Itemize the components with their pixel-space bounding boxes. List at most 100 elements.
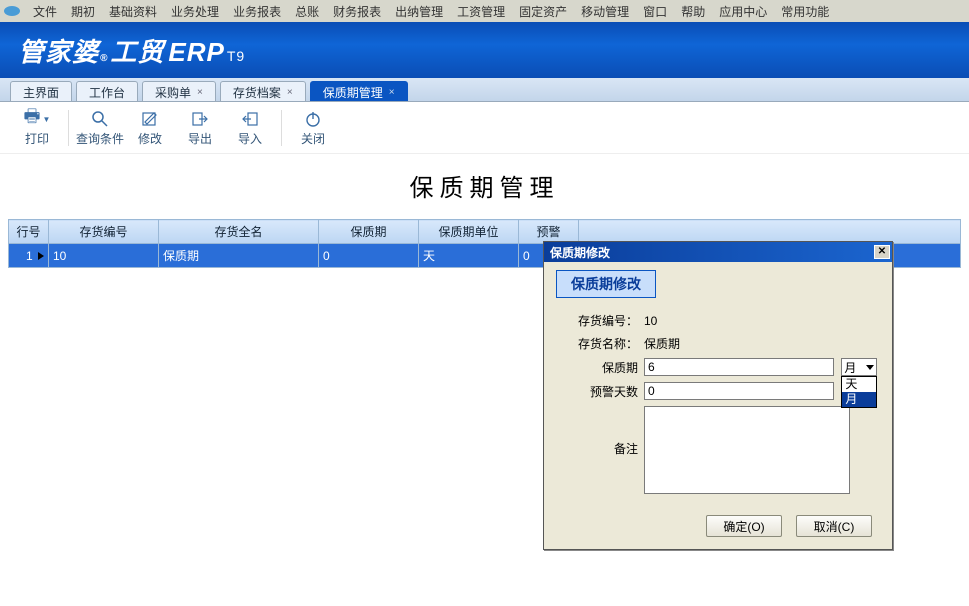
separator	[68, 110, 69, 146]
row-warn: 预警天数	[556, 382, 880, 400]
tab-label: 采购单	[155, 84, 191, 101]
col-name[interactable]: 存货全名	[159, 220, 319, 244]
tool-label: 修改	[125, 130, 175, 147]
grid-header-row: 行号 存货编号 存货全名 保质期 保质期单位 预警	[9, 220, 961, 244]
unit-option-day[interactable]: 天	[842, 377, 876, 392]
menu-help[interactable]: 帮助	[674, 0, 712, 23]
col-code[interactable]: 存货编号	[49, 220, 159, 244]
tool-label: 导入	[225, 130, 275, 147]
cell-code: 10	[49, 244, 159, 268]
label-name: 存货名称：	[556, 335, 644, 352]
row-name: 存货名称： 保质期	[556, 335, 880, 352]
tab-label: 主界面	[23, 84, 59, 101]
import-button[interactable]: 导入	[225, 108, 275, 147]
toolbar: 🖶▼ 打印 查询条件 修改 导出 导入 关闭	[0, 102, 969, 154]
separator	[281, 110, 282, 146]
tab-label: 工作台	[89, 84, 125, 101]
dialog-close-button[interactable]: ✕	[874, 245, 890, 259]
close-icon[interactable]: ×	[197, 87, 203, 98]
chevron-down-icon	[866, 365, 874, 370]
tab-inventory[interactable]: 存货档案 ×	[220, 81, 306, 101]
logo-erp: ERP	[168, 37, 224, 68]
warn-input[interactable]	[644, 382, 834, 400]
tool-label: 关闭	[288, 130, 338, 147]
menu-bizreport[interactable]: 业务报表	[226, 0, 288, 23]
unit-select[interactable]: 月	[841, 358, 877, 376]
col-unit[interactable]: 保质期单位	[419, 220, 519, 244]
col-period[interactable]: 保质期	[319, 220, 419, 244]
menu-favorites[interactable]: 常用功能	[774, 0, 836, 23]
row-period: 保质期 月 天 月	[556, 358, 880, 376]
tab-main[interactable]: 主界面	[10, 81, 72, 101]
logo-suite: 工贸	[110, 32, 164, 69]
printer-icon: 🖶▼	[12, 108, 62, 130]
ok-button[interactable]: 确定(O)	[706, 515, 782, 537]
cell-rownum: 1	[9, 244, 49, 268]
cell-unit: 天	[419, 244, 519, 268]
search-icon	[75, 108, 125, 130]
row-code: 存货编号： 10	[556, 312, 880, 329]
tool-label: 查询条件	[75, 130, 125, 147]
dialog-body: 保质期修改 存货编号： 10 存货名称： 保质期 保质期 月 天 月	[544, 262, 892, 549]
tool-label: 打印	[12, 130, 62, 147]
import-icon	[225, 108, 275, 130]
page-title: 保质期管理	[0, 154, 969, 219]
col-rownum[interactable]: 行号	[9, 220, 49, 244]
export-button[interactable]: 导出	[175, 108, 225, 147]
print-button[interactable]: 🖶▼ 打印	[12, 108, 62, 147]
row-indicator-icon	[38, 252, 44, 260]
menubar: 文件 期初 基础资料 业务处理 业务报表 总账 财务报表 出纳管理 工资管理 固…	[0, 0, 969, 22]
tab-workbench[interactable]: 工作台	[76, 81, 138, 101]
tab-shelflife[interactable]: 保质期管理 ×	[310, 81, 408, 101]
tab-label: 保质期管理	[323, 84, 383, 101]
cancel-button[interactable]: 取消(C)	[796, 515, 872, 537]
app-icon	[4, 6, 20, 16]
value-name: 保质期	[644, 335, 880, 352]
logo-version: T9	[227, 48, 245, 64]
cell-name: 保质期	[159, 244, 319, 268]
col-extra	[579, 220, 961, 244]
query-button[interactable]: 查询条件	[75, 108, 125, 147]
menu-payroll[interactable]: 工资管理	[450, 0, 512, 23]
logo-brand: 管家婆	[18, 32, 99, 69]
menu-basicdata[interactable]: 基础资料	[102, 0, 164, 23]
dialog-section-label: 保质期修改	[556, 270, 656, 298]
tabbar: 主界面 工作台 采购单 × 存货档案 × 保质期管理 ×	[0, 78, 969, 102]
menu-file[interactable]: 文件	[26, 0, 64, 23]
menu-window[interactable]: 窗口	[636, 0, 674, 23]
logo: 管家婆® 工贸 ERP T9	[18, 32, 245, 69]
menu-finreport[interactable]: 财务报表	[326, 0, 388, 23]
unit-selected: 月	[844, 359, 856, 376]
value-code: 10	[644, 314, 880, 328]
menu-gl[interactable]: 总账	[288, 0, 326, 23]
close-icon[interactable]: ×	[389, 87, 395, 98]
close-button[interactable]: 关闭	[288, 108, 338, 147]
cell-period: 0	[319, 244, 419, 268]
row-remark: 备注	[556, 406, 880, 497]
logo-reg: ®	[100, 53, 108, 64]
menu-appcenter[interactable]: 应用中心	[712, 0, 774, 23]
menu-fixedassets[interactable]: 固定资产	[512, 0, 574, 23]
label-period: 保质期	[556, 359, 644, 376]
menu-cashier[interactable]: 出纳管理	[388, 0, 450, 23]
col-warn[interactable]: 预警	[519, 220, 579, 244]
menu-business[interactable]: 业务处理	[164, 0, 226, 23]
dialog-buttons: 确定(O) 取消(C)	[556, 503, 880, 539]
unit-option-month[interactable]: 月	[842, 392, 876, 407]
edit-button[interactable]: 修改	[125, 108, 175, 147]
tab-label: 存货档案	[233, 84, 281, 101]
menu-mobile[interactable]: 移动管理	[574, 0, 636, 23]
dialog-titlebar[interactable]: 保质期修改 ✕	[544, 242, 892, 262]
period-input[interactable]	[644, 358, 834, 376]
edit-icon	[125, 108, 175, 130]
label-warn: 预警天数	[556, 383, 644, 400]
tab-purchase[interactable]: 采购单 ×	[142, 81, 216, 101]
banner: 管家婆® 工贸 ERP T9	[0, 22, 969, 78]
unit-dropdown: 天 月	[841, 376, 877, 408]
close-icon[interactable]: ×	[287, 87, 293, 98]
remark-textarea[interactable]	[644, 406, 850, 494]
tool-label: 导出	[175, 130, 225, 147]
power-icon	[288, 108, 338, 130]
dialog-title: 保质期修改	[550, 244, 610, 261]
menu-init[interactable]: 期初	[64, 0, 102, 23]
